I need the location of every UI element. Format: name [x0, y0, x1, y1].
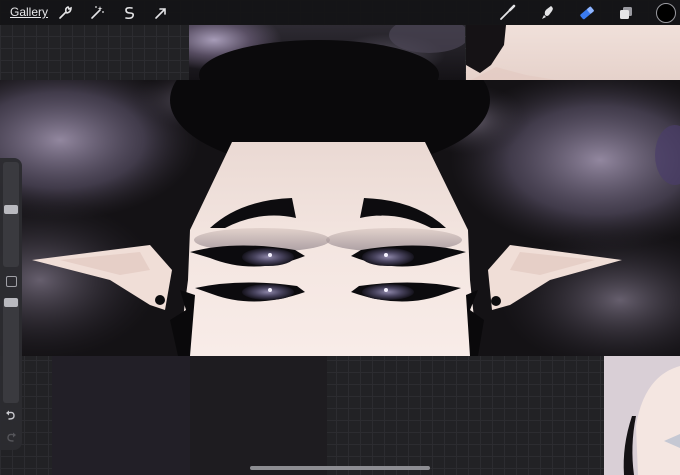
adjustments-icon[interactable]	[88, 4, 106, 22]
brush-size-slider[interactable]	[3, 162, 19, 267]
brush-icon[interactable]	[498, 4, 516, 22]
selection-icon[interactable]	[120, 4, 138, 22]
smudge-icon[interactable]	[538, 4, 556, 22]
layers-icon[interactable]	[617, 4, 635, 22]
modify-button[interactable]	[6, 276, 17, 287]
canvas-fragment-dark-b[interactable]	[190, 356, 327, 475]
canvas-fragment-skin-top[interactable]	[466, 25, 680, 80]
actions-icon[interactable]	[56, 4, 74, 22]
left-sidebar	[0, 158, 22, 450]
undo-icon[interactable]	[4, 408, 18, 422]
brush-size-thumb[interactable]	[4, 205, 18, 215]
canvas-fragment-dark-a[interactable]	[52, 356, 190, 475]
opacity-thumb[interactable]	[4, 298, 18, 308]
home-indicator[interactable]	[250, 466, 430, 470]
current-color-swatch[interactable]	[656, 3, 676, 23]
gallery-button[interactable]: Gallery	[10, 5, 48, 19]
canvas-fragment-skin-bottom[interactable]	[604, 356, 680, 475]
redo-icon[interactable]	[4, 430, 18, 444]
canvas-artwork-elf-face[interactable]	[0, 80, 680, 356]
eraser-icon[interactable]	[578, 4, 596, 22]
transform-icon[interactable]	[152, 4, 170, 22]
procreate-workspace: Gallery	[0, 0, 680, 475]
opacity-slider[interactable]	[3, 298, 19, 403]
canvas-fragment-clouds-top[interactable]	[189, 25, 465, 80]
top-toolbar: Gallery	[0, 0, 680, 25]
